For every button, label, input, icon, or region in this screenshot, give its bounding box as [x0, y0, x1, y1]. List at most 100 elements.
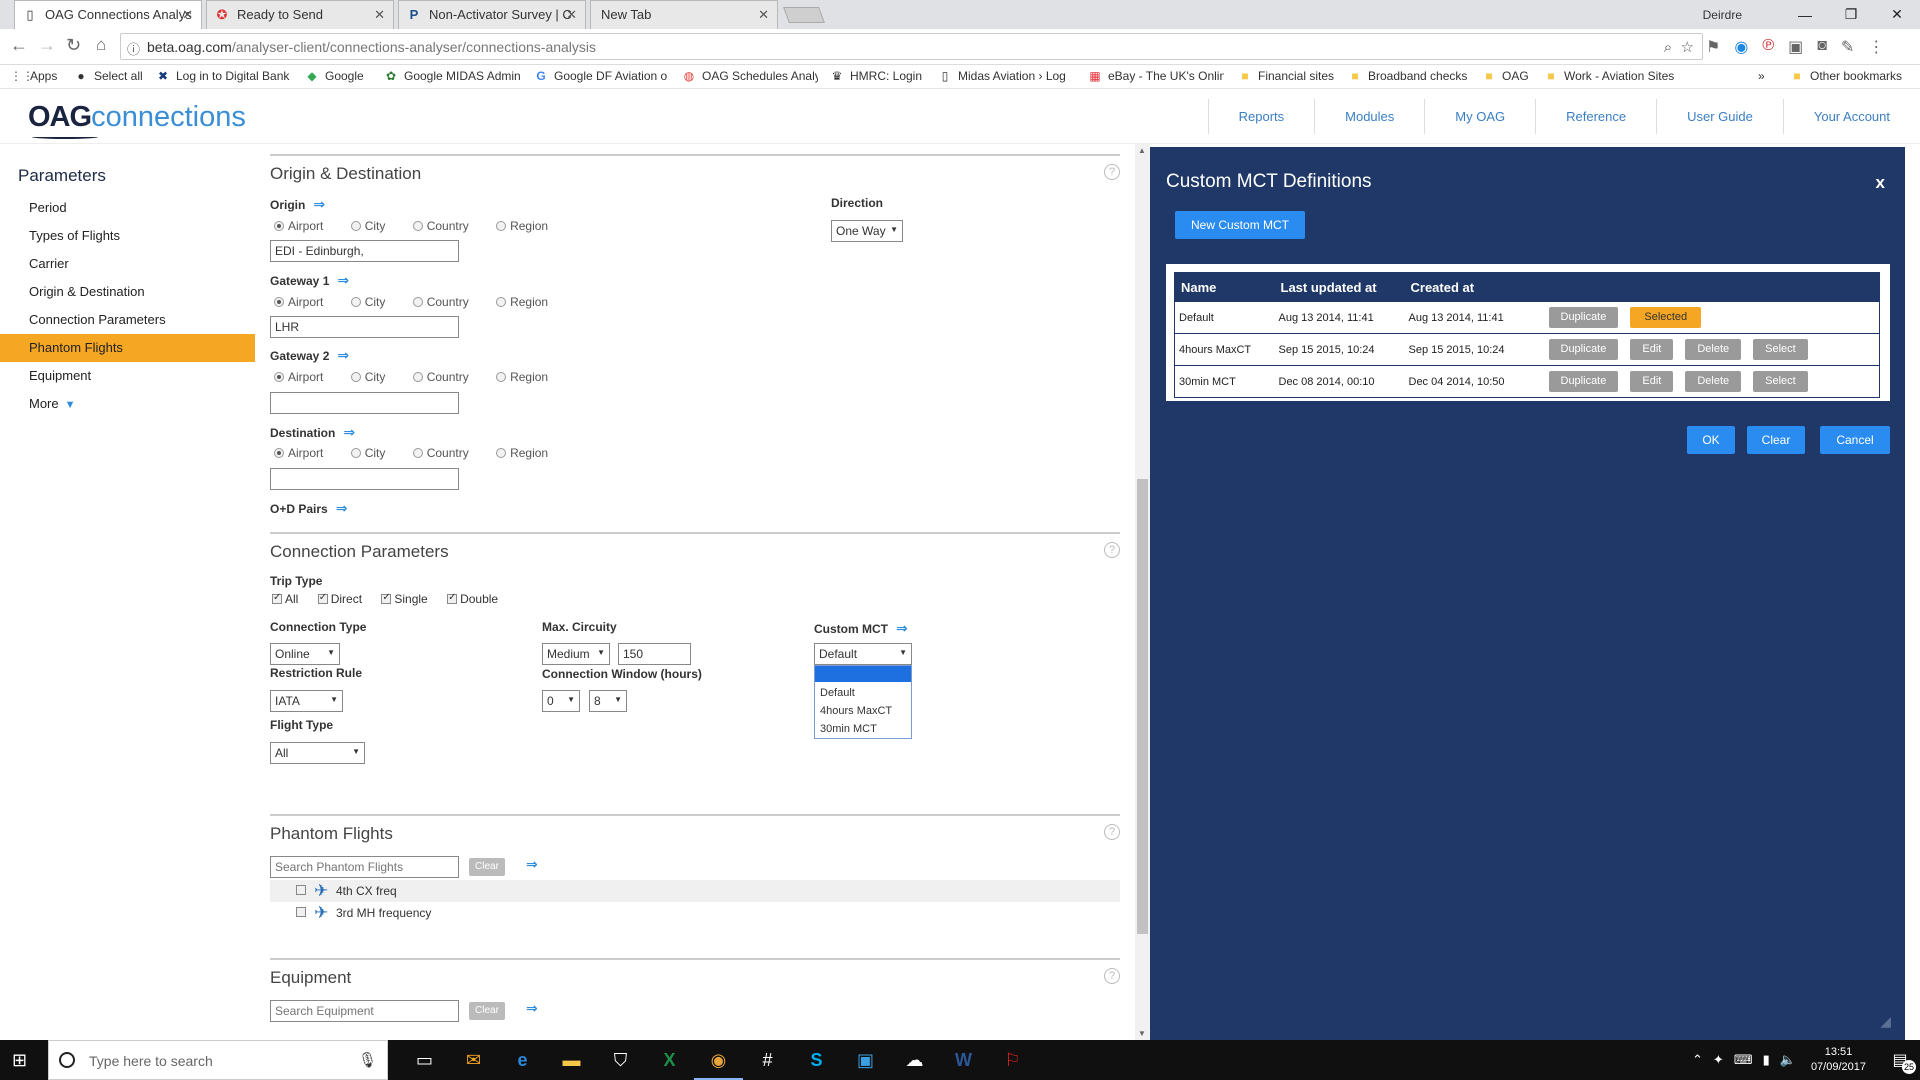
extension-icon[interactable]: ⚑	[1706, 37, 1720, 57]
radio-airport[interactable]: Airport	[274, 295, 335, 309]
edit-button[interactable]: Edit	[1630, 371, 1674, 392]
radio-region[interactable]: Region	[496, 446, 560, 460]
select-button[interactable]: Select	[1753, 339, 1808, 360]
gateway2-input[interactable]	[270, 392, 459, 414]
bookmark-google[interactable]: ◆ Google	[305, 69, 363, 83]
sidebar-item-period[interactable]: Period	[0, 194, 255, 222]
edit-button[interactable]: Edit	[1630, 339, 1674, 360]
bookmark-oag[interactable]: ■ OAG	[1482, 69, 1528, 83]
back-icon[interactable]: ←	[10, 35, 28, 56]
connection-window-min-select[interactable]: 0	[542, 690, 580, 712]
delete-button[interactable]: Delete	[1685, 371, 1742, 392]
restriction-rule-select[interactable]: IATA	[270, 690, 343, 712]
profile-name[interactable]: Deirdre	[1703, 8, 1742, 22]
expand-icon[interactable]: ⇒	[526, 856, 538, 872]
panel-close-button[interactable]: x	[1876, 173, 1885, 193]
slack-icon[interactable]: #	[743, 1040, 792, 1080]
ok-button[interactable]: OK	[1687, 426, 1735, 454]
equipment-search-input[interactable]	[270, 1000, 459, 1022]
bookmark-df-aviation[interactable]: G Google DF Aviation o	[534, 69, 668, 83]
connection-window-max-select[interactable]: 8	[589, 690, 627, 712]
taskbar-clock[interactable]: 13:51 07/09/2017	[1811, 1045, 1866, 1075]
bookmark-ebay[interactable]: ▦ eBay - The UK's Onlin	[1088, 69, 1224, 83]
bookmark-work-aviation[interactable]: ■ Work - Aviation Sites	[1544, 69, 1674, 83]
radio-airport[interactable]: Airport	[274, 370, 335, 384]
info-icon[interactable]: ⓘ	[127, 39, 140, 58]
tab-oag-connections[interactable]: ▯ OAG Connections Analys ✕	[14, 0, 202, 29]
mct-option-30min[interactable]: 30min MCT	[815, 720, 911, 738]
mct-option-4hours[interactable]: 4hours MaxCT	[815, 702, 911, 720]
tab-ready-to-send[interactable]: ✪ Ready to Send ✕	[206, 0, 394, 29]
select-button[interactable]: Select	[1753, 371, 1808, 392]
star-icon[interactable]: ☆	[1681, 39, 1694, 56]
app-icon[interactable]: ☁	[890, 1040, 939, 1080]
radio-region[interactable]: Region	[496, 370, 560, 384]
phantom-clear-button[interactable]: Clear	[469, 858, 505, 876]
scroll-thumb[interactable]	[1137, 479, 1148, 934]
close-icon[interactable]: ✕	[758, 1, 769, 29]
nav-user-guide[interactable]: User Guide	[1656, 99, 1783, 134]
tab-new-tab[interactable]: New Tab ✕	[590, 0, 778, 29]
tab-survey[interactable]: P Non-Activator Survey | C ✕	[398, 0, 586, 29]
bookmark-midas-aviation[interactable]: ▯ Midas Aviation › Log	[938, 69, 1070, 83]
sidebar-item-equipment[interactable]: Equipment	[0, 362, 255, 390]
close-icon[interactable]: ✕	[374, 1, 385, 29]
max-circuity-level-select[interactable]: Medium	[542, 643, 610, 665]
volume-icon[interactable]: 🔈	[1780, 1052, 1796, 1068]
store-icon[interactable]: ⛉	[596, 1040, 645, 1080]
outlook-mail-icon[interactable]: ✉	[449, 1040, 498, 1080]
connection-type-select[interactable]: Online	[270, 643, 340, 665]
menu-icon[interactable]: ⋮	[1868, 37, 1884, 57]
bookmark-broadband[interactable]: ■ Broadband checks	[1348, 69, 1467, 83]
nav-modules[interactable]: Modules	[1314, 99, 1424, 134]
radio-region[interactable]: Region	[496, 219, 560, 233]
duplicate-button[interactable]: Duplicate	[1548, 371, 1619, 392]
help-icon[interactable]: ?	[1104, 824, 1120, 840]
network-icon[interactable]: ⌨	[1734, 1052, 1753, 1068]
radio-country[interactable]: Country	[412, 295, 481, 309]
word-icon[interactable]: W	[939, 1040, 988, 1080]
expand-icon[interactable]: ⇒	[526, 1000, 538, 1016]
clear-button[interactable]: Clear	[1747, 426, 1805, 454]
file-explorer-icon[interactable]: ▬	[547, 1040, 596, 1080]
radio-country[interactable]: Country	[412, 370, 481, 384]
taskbar-search[interactable]: Type here to search 🎙	[48, 1040, 388, 1080]
delete-button[interactable]: Delete	[1685, 339, 1742, 360]
scroll-down-icon[interactable]: ▼	[1138, 1029, 1146, 1038]
mct-option-blank[interactable]	[815, 666, 911, 682]
expand-icon[interactable]: ⇒	[896, 620, 908, 636]
checkbox-single[interactable]: Single	[381, 592, 435, 606]
checkbox-direct[interactable]: Direct	[317, 592, 370, 606]
radio-country[interactable]: Country	[412, 446, 481, 460]
microphone-icon[interactable]: 🎙	[358, 1051, 377, 1069]
extension-icon[interactable]: ◉	[1734, 37, 1748, 57]
bookmark-select-all[interactable]: ● Select all	[74, 69, 142, 83]
gateway1-input[interactable]: LHR	[270, 316, 459, 338]
minimize-icon[interactable]: —	[1782, 7, 1828, 23]
radio-city[interactable]: City	[350, 295, 398, 309]
main-scrollbar[interactable]: ▲ ▼	[1135, 144, 1150, 1040]
nav-reports[interactable]: Reports	[1207, 99, 1315, 134]
excel-icon[interactable]: X	[645, 1040, 694, 1080]
radio-city[interactable]: City	[350, 219, 398, 233]
extension-icon[interactable]: ▣	[1788, 37, 1803, 57]
restore-icon[interactable]: ❐	[1828, 6, 1874, 23]
bookmark-financial[interactable]: ■ Financial sites	[1238, 69, 1334, 83]
sidebar-item-carrier[interactable]: Carrier	[0, 250, 255, 278]
bookmarks-overflow[interactable]: »	[1758, 69, 1765, 83]
nav-your-account[interactable]: Your Account	[1782, 99, 1920, 134]
home-icon[interactable]: ⌂	[96, 35, 106, 55]
item-checkbox[interactable]	[296, 885, 306, 895]
cancel-button[interactable]: Cancel	[1820, 426, 1890, 454]
new-custom-mct-button[interactable]: New Custom MCT	[1175, 211, 1306, 239]
flight-type-select[interactable]: All	[270, 742, 365, 764]
close-icon[interactable]: ✕	[182, 1, 193, 29]
destination-input[interactable]	[270, 468, 459, 490]
custom-mct-select[interactable]: Default	[814, 643, 912, 665]
help-icon[interactable]: ?	[1104, 542, 1120, 558]
mct-option-default[interactable]: Default	[815, 684, 911, 702]
nav-my-oag[interactable]: My OAG	[1424, 99, 1535, 134]
item-checkbox[interactable]	[296, 907, 306, 917]
sidebar-item-phantom-flights[interactable]: Phantom Flights	[0, 334, 255, 362]
radio-country[interactable]: Country	[412, 219, 481, 233]
